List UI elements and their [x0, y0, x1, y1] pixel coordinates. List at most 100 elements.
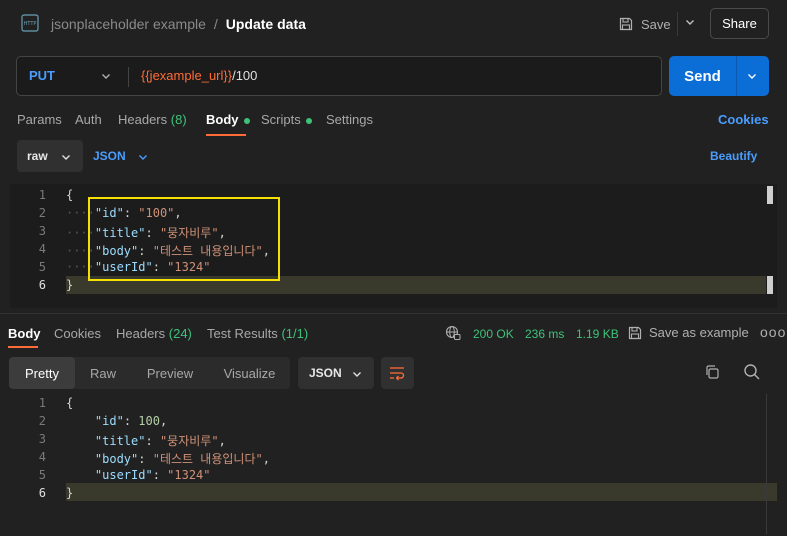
editor-scrollbar-marker	[767, 276, 773, 294]
json-trail: ,	[218, 434, 226, 448]
open-brace: {	[66, 188, 74, 202]
send-button[interactable]: Send	[669, 56, 736, 96]
cookies-link[interactable]: Cookies	[718, 112, 769, 127]
line-number: 5	[38, 260, 46, 274]
line-number: 3	[38, 224, 46, 238]
response-tab-cookies[interactable]: Cookies	[54, 326, 101, 341]
json-key: "body"	[94, 452, 139, 466]
beautify-link[interactable]: Beautify	[710, 149, 757, 163]
code-line: "body": "테스트 내용입니다",	[94, 452, 270, 466]
copy-icon[interactable]	[704, 364, 720, 383]
response-tab-test-results[interactable]: Test Results (1/1)	[207, 326, 308, 341]
send-options-chevron-down-icon[interactable]	[746, 70, 758, 85]
code-line: }	[66, 486, 73, 500]
response-tab-headers-label: Headers	[116, 326, 166, 341]
tab-headers-label: Headers	[118, 112, 168, 127]
tab-headers[interactable]: Headers (8)	[118, 112, 187, 127]
response-status[interactable]: 200 OK	[473, 327, 514, 341]
wrap-lines-button[interactable]	[381, 357, 414, 389]
save-divider	[677, 12, 678, 36]
save-label: Save	[641, 16, 671, 32]
json-trail: ,	[159, 414, 168, 428]
response-tab-headers[interactable]: Headers (24)	[116, 326, 192, 341]
line-number: 6	[38, 486, 46, 500]
view-tab-pretty[interactable]: Pretty	[9, 357, 75, 389]
save-as-example-button[interactable]: Save as example	[628, 325, 749, 340]
response-size[interactable]: 1.19 KB	[576, 327, 619, 341]
tab-body[interactable]: Body	[206, 112, 250, 127]
code-line: "userId": "1324"	[94, 468, 211, 482]
tab-scripts-label: Scripts	[261, 112, 301, 127]
save-button[interactable]: Save	[619, 12, 671, 36]
http-method-select[interactable]: PUT	[29, 68, 55, 83]
panel-divider[interactable]	[0, 313, 787, 314]
request-header: HTTP jsonplaceholder example / Update da…	[0, 0, 787, 48]
view-tab-visualize[interactable]: Visualize	[209, 357, 290, 389]
share-button[interactable]: Share	[710, 8, 769, 39]
response-time[interactable]: 236 ms	[525, 327, 564, 341]
annotation-highlight-box	[88, 197, 280, 281]
body-mode-select[interactable]: raw	[17, 140, 83, 172]
response-view-tabs: Pretty Raw Preview Visualize	[9, 357, 290, 389]
tab-auth[interactable]: Auth	[75, 112, 102, 127]
tab-scripts[interactable]: Scripts	[261, 112, 312, 127]
wrap-lines-icon	[390, 367, 405, 381]
body-format-select[interactable]: JSON	[93, 149, 126, 163]
line-number: 4	[38, 242, 46, 256]
viewer-scrollbar-track[interactable]	[766, 394, 767, 534]
floppy-icon	[628, 326, 642, 339]
save-options-chevron-down-icon[interactable]	[684, 16, 696, 31]
json-value: 100	[138, 414, 160, 428]
json-value: "1324"	[167, 468, 211, 482]
json-value: "테스트 내용입니다"	[152, 452, 263, 466]
response-format-chevron-down-icon	[353, 372, 361, 377]
send-divider	[736, 56, 737, 96]
code-line: "id": 100,	[94, 414, 168, 428]
tab-params[interactable]: Params	[17, 112, 62, 127]
more-options-icon[interactable]: ooo	[760, 324, 786, 340]
response-tab-test-results-label: Test Results	[207, 326, 278, 341]
globe-icon[interactable]	[445, 325, 461, 344]
breadcrumb-separator: /	[213, 16, 218, 32]
line-number: 4	[38, 450, 46, 464]
breadcrumb-request-name[interactable]: Update data	[226, 16, 306, 32]
json-value: "뭉자비루"	[159, 434, 219, 448]
body-mode-chevron-down-icon	[62, 155, 70, 160]
breadcrumb-collection[interactable]: jsonplaceholder example	[51, 16, 206, 32]
body-mode-label: raw	[27, 149, 48, 163]
line-number: 2	[38, 206, 46, 220]
current-line-highlight	[66, 483, 777, 501]
method-chevron-down-icon[interactable]	[100, 70, 112, 85]
editor-scrollbar-thumb[interactable]	[767, 186, 773, 204]
request-body-editor[interactable]: 1 2 3 4 5 6 { ····"id": "100", ····"titl…	[10, 184, 777, 308]
url-divider	[128, 67, 129, 87]
response-tab-body[interactable]: Body	[8, 326, 41, 341]
body-format-chevron-down-icon[interactable]	[137, 151, 149, 166]
close-brace: }	[66, 278, 74, 292]
floppy-icon	[619, 17, 633, 31]
url-variable: {{jexample_url}}	[141, 68, 233, 83]
code-line: {	[66, 396, 73, 410]
line-number: 6	[38, 278, 46, 292]
close-brace: }	[66, 486, 74, 500]
line-number: 2	[38, 414, 46, 428]
save-as-example-label: Save as example	[649, 325, 749, 340]
url-path: /100	[232, 68, 258, 83]
code-line: {	[66, 188, 73, 202]
send-button-group: Send	[669, 56, 769, 96]
response-body-viewer[interactable]: 1 2 3 4 5 6 { "id": 100, "title": "뭉자비루"…	[10, 392, 777, 536]
view-tab-preview[interactable]: Preview	[131, 357, 209, 389]
tab-scripts-indicator-dot	[305, 117, 312, 124]
response-tab-test-count: (1/1)	[281, 326, 309, 341]
view-tab-raw[interactable]: Raw	[75, 357, 131, 389]
line-number: 5	[38, 468, 46, 482]
search-icon[interactable]	[743, 363, 761, 384]
active-tab-underline	[206, 134, 246, 136]
tab-settings[interactable]: Settings	[326, 112, 373, 127]
response-format-select[interactable]: JSON	[298, 357, 374, 389]
url-input[interactable]: {{jexample_url}}/100	[141, 68, 257, 83]
code-line: "title": "뭉자비루",	[94, 434, 226, 448]
response-format-label: JSON	[309, 366, 342, 380]
response-tab-headers-count: (24)	[168, 326, 192, 341]
code-line: }	[66, 278, 73, 292]
